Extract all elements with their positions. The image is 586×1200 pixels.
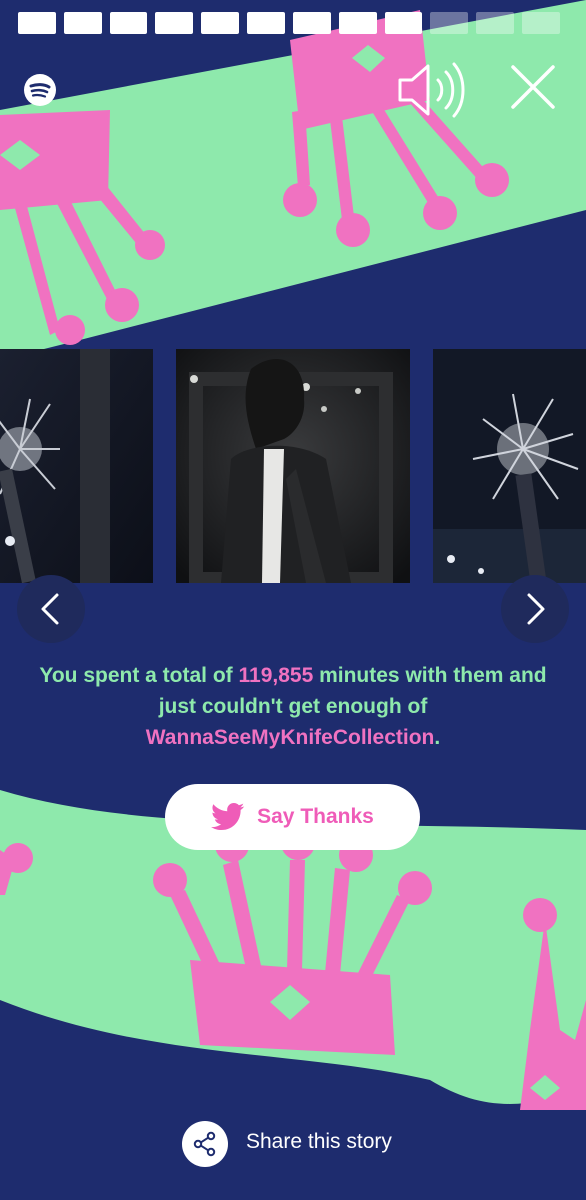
progress-segment — [338, 12, 377, 34]
video-thumbnail-right[interactable] — [433, 349, 586, 583]
artist-name: WannaSeeMyKnifeCollection — [145, 726, 435, 749]
share-icon — [193, 1131, 216, 1157]
progress-segment — [201, 12, 240, 34]
speaker-icon[interactable] — [396, 60, 466, 124]
spotify-icon — [24, 74, 56, 106]
chevron-left-icon — [41, 593, 59, 625]
previous-button[interactable] — [17, 575, 85, 643]
listening-summary-text: You spent a total of 119,855 minutes wit… — [30, 660, 556, 753]
close-icon[interactable] — [510, 64, 556, 114]
say-thanks-label: Say Thanks — [257, 805, 374, 828]
progress-segment — [384, 12, 423, 34]
progress-segment — [18, 12, 56, 34]
progress-segment — [247, 12, 285, 34]
summary-suffix: . — [434, 726, 441, 749]
say-thanks-button[interactable]: Say Thanks — [165, 784, 420, 850]
minutes-value: 119,855 — [238, 664, 314, 687]
video-thumbnail-carousel — [0, 349, 586, 583]
next-button[interactable] — [501, 575, 569, 643]
progress-segment — [109, 12, 148, 34]
progress-segment — [155, 12, 194, 34]
share-button[interactable] — [182, 1121, 228, 1167]
summary-prefix: You spent a total of — [39, 664, 239, 687]
chevron-right-icon — [527, 593, 545, 625]
video-thumbnail-left[interactable] — [0, 349, 153, 583]
progress-segment — [292, 12, 331, 34]
share-story-label[interactable]: Share this story — [246, 1130, 392, 1154]
story-background — [0, 0, 586, 1200]
video-thumbnail-center[interactable] — [176, 349, 410, 583]
story-progress-bar — [18, 12, 560, 34]
progress-segment — [476, 12, 515, 34]
progress-segment — [522, 12, 560, 34]
twitter-icon — [211, 803, 245, 831]
progress-segment — [63, 12, 102, 34]
progress-segment — [430, 12, 469, 34]
